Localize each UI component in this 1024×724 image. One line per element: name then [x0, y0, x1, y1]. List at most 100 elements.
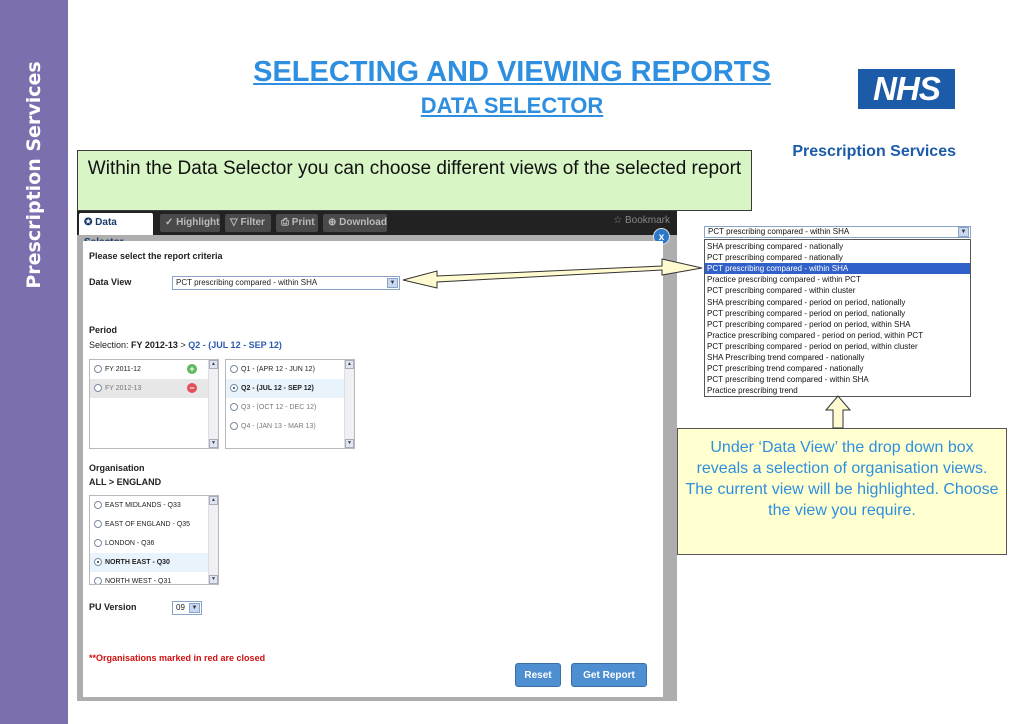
dropdown-option[interactable]: PCT prescribing compared - period on per…	[705, 319, 970, 330]
criteria-form: Please select the report criteria Data V…	[83, 241, 663, 697]
dropdown-option[interactable]: Practice prescribing trend	[705, 385, 970, 396]
data-view-select[interactable]: PCT prescribing compared - within SHA ▼	[172, 276, 400, 290]
year-label: FY 2012-13	[105, 385, 142, 392]
download-button[interactable]: ⊕ Download	[323, 214, 387, 232]
organisation-name: NORTH EAST - Q30	[105, 559, 170, 566]
brand-label: Prescription Services	[792, 143, 956, 160]
organisation-scrollbar[interactable]: ▲ ▼	[208, 496, 218, 584]
radio-icon	[94, 501, 102, 509]
year-item[interactable]: FY 2012-13 −	[90, 379, 210, 398]
printer-icon: ⎙	[281, 217, 289, 228]
organisation-item[interactable]: NORTH EAST - Q30	[90, 553, 210, 572]
tab-label: Print	[291, 217, 315, 228]
reset-button[interactable]: Reset	[515, 663, 561, 687]
dropdown-option[interactable]: PCT prescribing trend compared - within …	[705, 374, 970, 385]
quarter-label: Q2 - (JUL 12 - SEP 12)	[241, 385, 314, 392]
get-report-button[interactable]: Get Report	[571, 663, 647, 687]
data-view-label: Data View	[89, 277, 132, 287]
tab-label: Highlight	[176, 217, 220, 228]
dropdown-option[interactable]: PCT prescribing compared - nationally	[705, 252, 970, 263]
pu-version-select[interactable]: 09 ▼	[172, 601, 202, 615]
filter-button[interactable]: ▽ Filter	[225, 214, 271, 232]
dropdown-option[interactable]: Practice prescribing compared - within P…	[705, 274, 970, 285]
bottom-callout: Under ‘Data View’ the drop down box reve…	[677, 428, 1007, 555]
radio-icon	[230, 384, 238, 392]
organisation-item[interactable]: NORTH WEST - Q31	[90, 572, 210, 585]
page-subtitle: DATA SELECTOR	[420, 93, 604, 118]
scroll-down-icon[interactable]: ▼	[209, 439, 218, 448]
gear-icon: ✪	[84, 217, 93, 228]
vertical-arrow	[824, 395, 852, 429]
scroll-up-icon[interactable]: ▲	[209, 360, 218, 369]
dropdown-option[interactable]: SHA Prescribing trend compared - nationa…	[705, 352, 970, 363]
dropdown-option[interactable]: PCT prescribing trend compared - nationa…	[705, 363, 970, 374]
callout-line: Under ‘Data View’ the drop down box reve…	[696, 439, 988, 477]
slide: Prescription Services SELECTING AND VIEW…	[0, 0, 1024, 724]
dropdown-option[interactable]: PCT prescribing compared - within SHA	[705, 263, 970, 275]
organisation-path: ALL > ENGLAND	[89, 477, 162, 487]
pencil-icon: ✓	[165, 217, 174, 228]
scroll-down-icon[interactable]: ▼	[345, 439, 354, 448]
closed-note: **Organisations marked in red are closed	[89, 653, 266, 663]
data-selector-panel: ✪ Data Selector ✓ Highlight ▽ Filter ⎙ P…	[77, 211, 677, 701]
quarter-item[interactable]: Q4 - (JAN 13 - MAR 13)	[226, 417, 346, 436]
organisation-label: Organisation	[89, 463, 145, 473]
selection-fy: FY 2012-13	[131, 340, 178, 350]
scroll-up-icon[interactable]: ▲	[209, 496, 218, 505]
selection-prefix: Selection:	[89, 340, 129, 350]
data-view-options: SHA prescribing compared - nationally PCT…	[704, 239, 971, 397]
dropdown-option[interactable]: SHA prescribing compared - period on per…	[705, 297, 970, 308]
dropdown-option[interactable]: PCT prescribing compared - period on per…	[705, 308, 970, 319]
year-scrollbar[interactable]: ▲ ▼	[208, 360, 218, 448]
data-view-dropdown[interactable]: PCT prescribing compared - within SHA ▼	[704, 226, 971, 238]
bookmark-button[interactable]: ☆ Bookmark	[613, 215, 670, 226]
quarter-label: Q3 - (OCT 12 - DEC 12)	[241, 404, 317, 411]
selection-separator: >	[180, 340, 186, 350]
organisation-name: NORTH WEST - Q31	[105, 578, 172, 585]
organisation-item[interactable]: EAST MIDLANDS - Q33	[90, 496, 210, 515]
scroll-down-icon[interactable]: ▼	[209, 575, 218, 584]
highlight-button[interactable]: ✓ Highlight	[160, 214, 220, 232]
year-list: FY 2011-12 + FY 2012-13 − ▲ ▼	[89, 359, 219, 449]
pu-version-label: PU Version	[89, 602, 137, 612]
quarter-label: Q4 - (JAN 13 - MAR 13)	[241, 423, 316, 430]
criteria-heading: Please select the report criteria	[89, 251, 223, 261]
star-icon: ☆	[613, 215, 623, 226]
minus-icon[interactable]: −	[187, 383, 197, 393]
chevron-down-icon: ▼	[387, 278, 398, 288]
radio-icon	[94, 539, 102, 547]
dropdown-option[interactable]: SHA prescribing compared - nationally	[705, 241, 970, 252]
year-item[interactable]: FY 2011-12 +	[90, 360, 210, 379]
plus-icon[interactable]: +	[187, 364, 197, 374]
toolbar: ✪ Data Selector ✓ Highlight ▽ Filter ⎙ P…	[77, 211, 677, 248]
pu-version-value: 09	[176, 603, 185, 612]
radio-icon	[230, 403, 238, 411]
dropdown-option[interactable]: PCT prescribing compared - within cluste…	[705, 285, 970, 296]
radio-icon	[230, 422, 238, 430]
tab-data-selector[interactable]: ✪ Data Selector	[79, 213, 153, 248]
page-title: SELECTING AND VIEWING REPORTS	[253, 56, 771, 88]
quarter-item[interactable]: Q1 - (APR 12 - JUN 12)	[226, 360, 346, 379]
radio-icon	[94, 365, 102, 373]
selection-quarter: Q2 - (JUL 12 - SEP 12)	[188, 340, 282, 350]
organisation-list: EAST MIDLANDS - Q33 EAST OF ENGLAND - Q3…	[89, 495, 219, 585]
radio-icon	[94, 520, 102, 528]
quarter-item[interactable]: Q3 - (OCT 12 - DEC 12)	[226, 398, 346, 417]
organisation-name: LONDON - Q36	[105, 540, 155, 547]
chevron-down-icon: ▼	[189, 603, 200, 613]
quarter-label: Q1 - (APR 12 - JUN 12)	[241, 366, 315, 373]
quarter-item[interactable]: Q2 - (JUL 12 - SEP 12)	[226, 379, 346, 398]
quarter-scrollbar[interactable]: ▲ ▼	[344, 360, 354, 448]
print-button[interactable]: ⎙ Print	[276, 214, 318, 232]
dropdown-option[interactable]: Practice prescribing compared - period o…	[705, 330, 970, 341]
organisation-name: EAST MIDLANDS - Q33	[105, 502, 181, 509]
dropdown-option[interactable]: PCT prescribing compared - period on per…	[705, 341, 970, 352]
radio-icon	[230, 365, 238, 373]
radio-icon	[94, 384, 102, 392]
year-label: FY 2011-12	[105, 366, 141, 373]
organisation-item[interactable]: EAST OF ENGLAND - Q35	[90, 515, 210, 534]
dropdown-selected-value: PCT prescribing compared - within SHA	[708, 227, 850, 236]
top-callout: Within the Data Selector you can choose …	[77, 150, 752, 211]
scroll-up-icon[interactable]: ▲	[345, 360, 354, 369]
organisation-item[interactable]: LONDON - Q36	[90, 534, 210, 553]
